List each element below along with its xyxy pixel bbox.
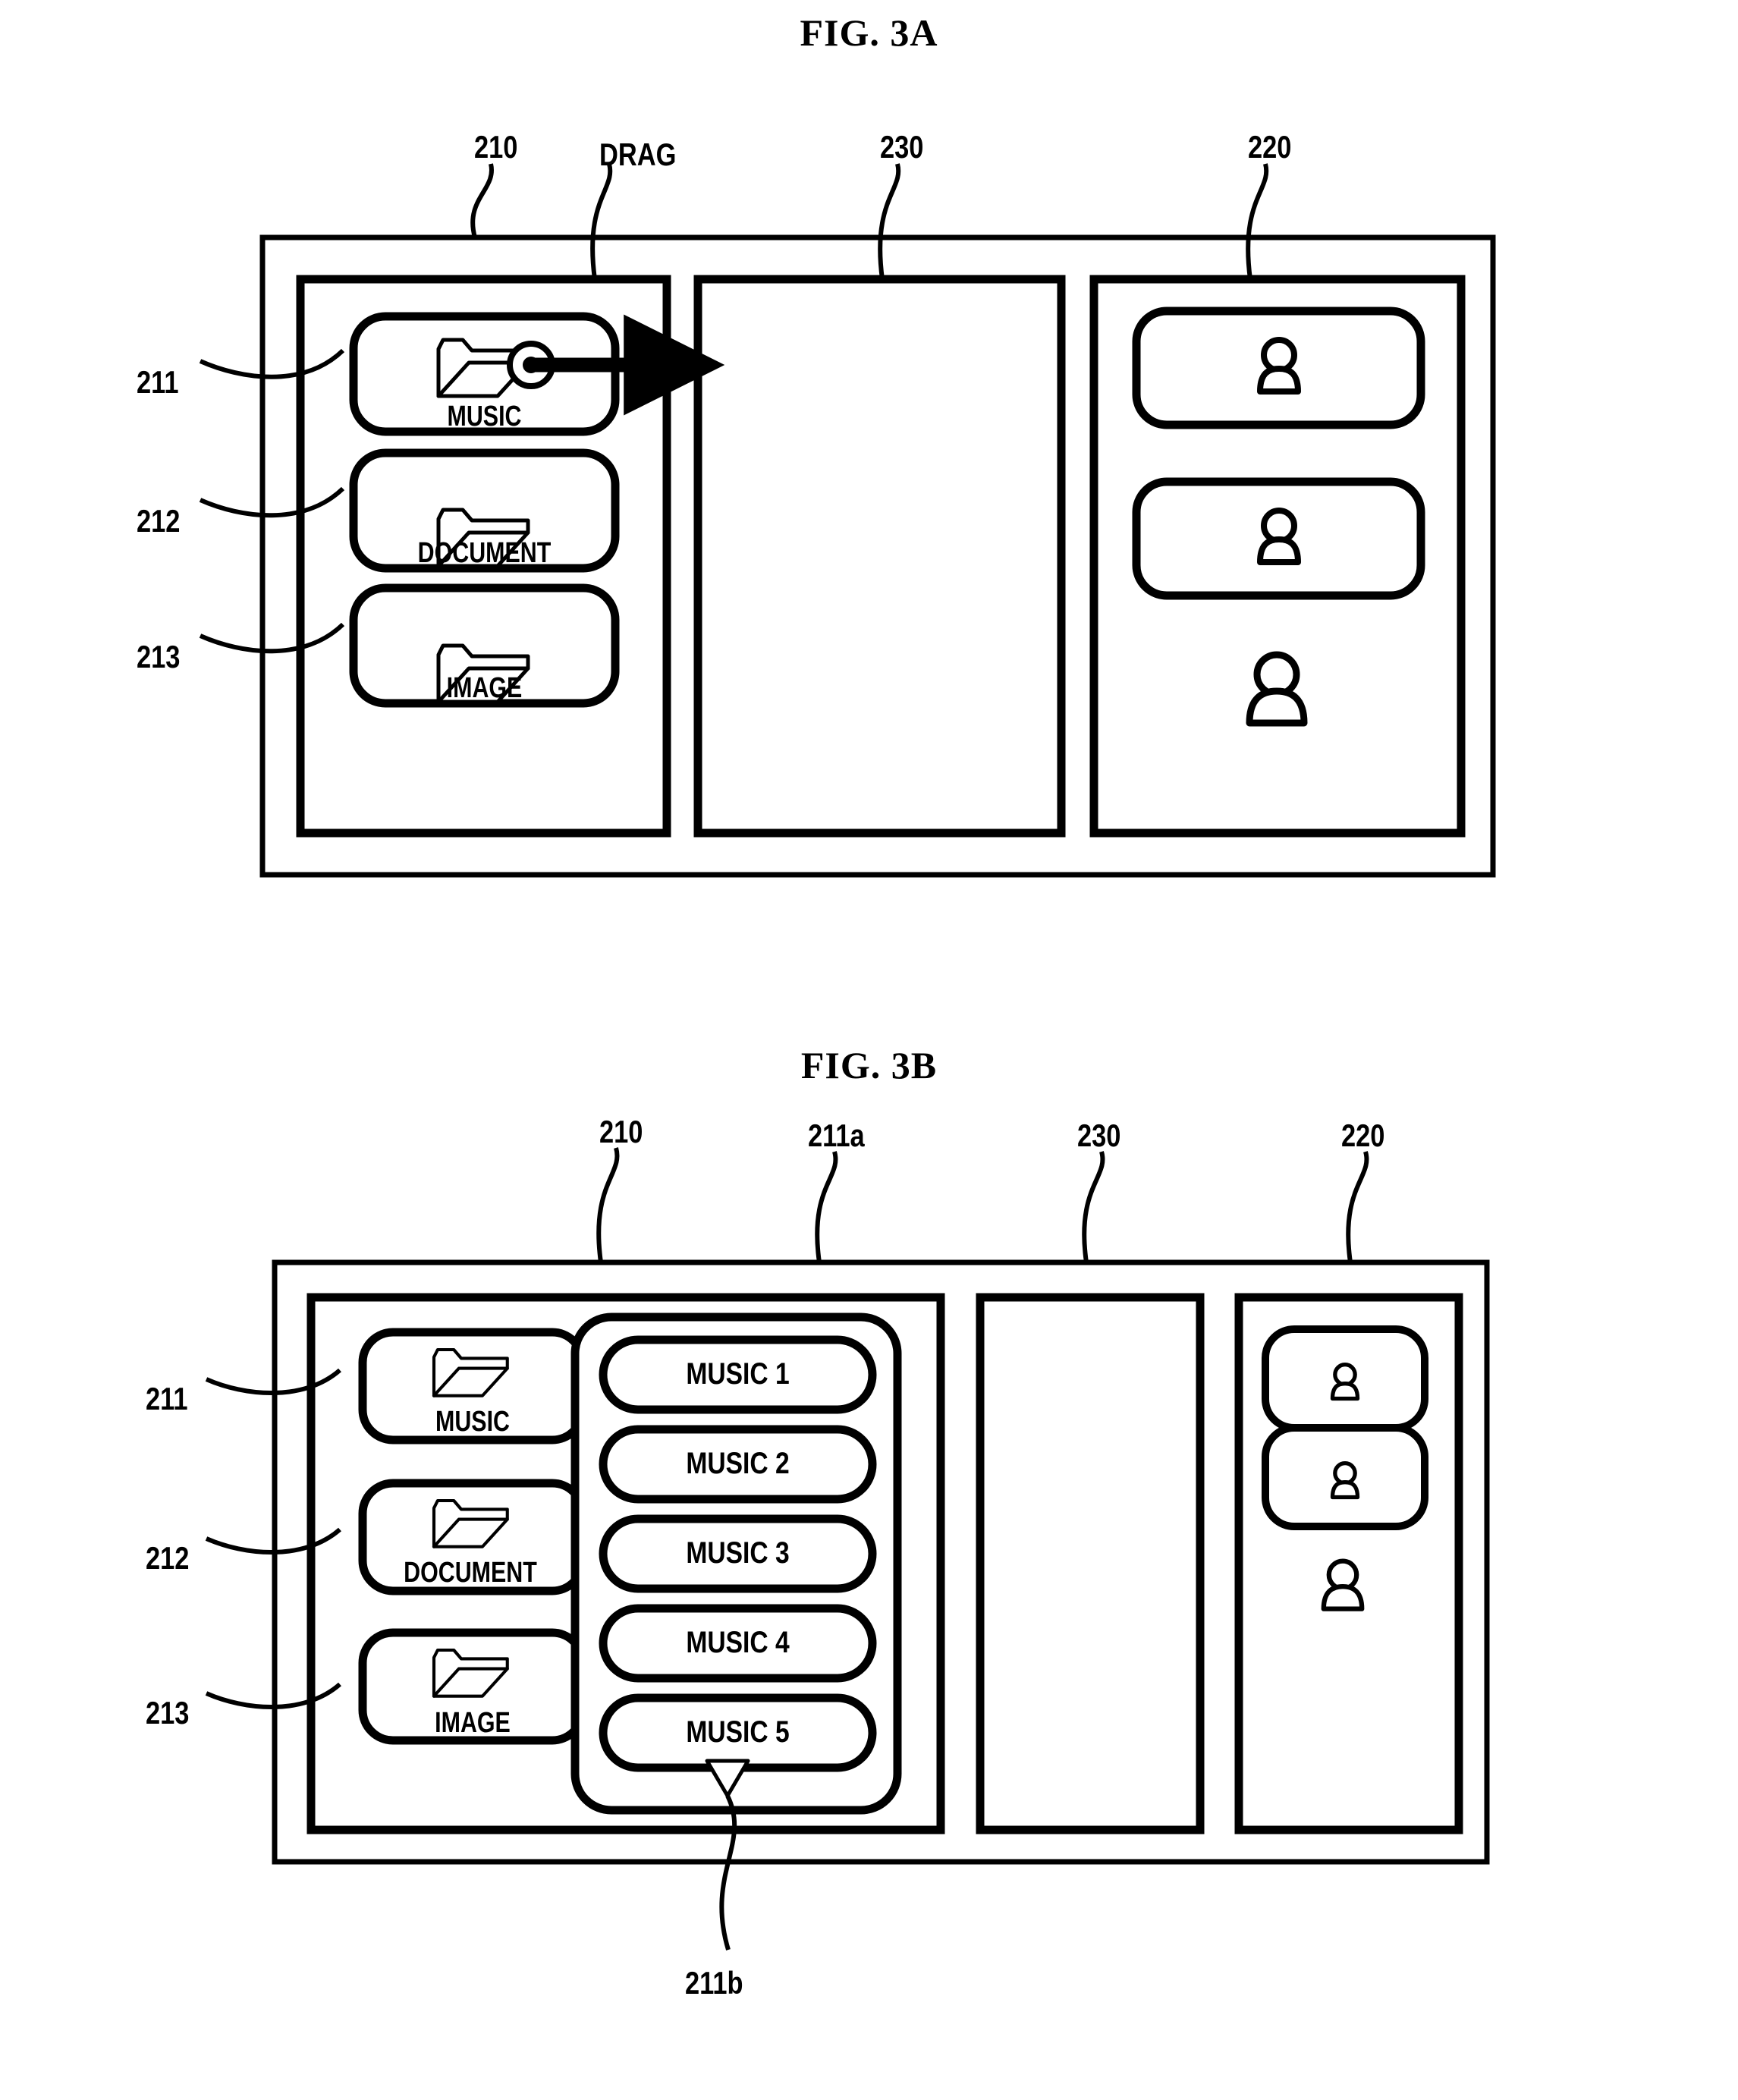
leader-212: [199, 486, 345, 518]
music-folder-label-fig3a: MUSIC: [447, 401, 522, 432]
document-folder-label-fig3a: DOCUMENT: [417, 537, 552, 569]
callout-230-fig3b: 230: [1077, 1118, 1121, 1153]
leader-211a: [815, 1151, 838, 1263]
callout-212-fig3b: 212: [146, 1540, 190, 1576]
folder-icon: [434, 1501, 508, 1547]
person-icon: [1260, 511, 1298, 562]
leader-220: [1246, 163, 1269, 280]
leader-213b: [205, 1682, 341, 1709]
leader-220b: [1346, 1151, 1369, 1263]
image-folder-label-fig3a: IMAGE: [446, 672, 523, 704]
triangle-down-icon[interactable]: [705, 1759, 750, 1798]
callout-220-fig3a: 220: [1248, 129, 1292, 165]
leader-212b: [205, 1527, 341, 1555]
callout-213-fig3a: 213: [137, 639, 181, 674]
callout-211b-fig3b: 211b: [685, 1965, 743, 2001]
folder-icon: [434, 1650, 508, 1696]
fig3b-center-panel[interactable]: [976, 1293, 1205, 1834]
leader-211: [199, 348, 345, 379]
callout-drag-fig3a: DRAG: [599, 137, 677, 172]
figure-3b-title: FIG. 3B: [800, 1044, 938, 1086]
person-icon: [1333, 1365, 1358, 1399]
leader-230: [878, 163, 901, 280]
callout-213-fig3b: 213: [146, 1695, 190, 1731]
drag-gesture-indicator: [507, 314, 725, 416]
folder-icon: [434, 1350, 508, 1396]
music-folder-label-fig3b: MUSIC: [435, 1406, 510, 1438]
document-folder-label-fig3b: DOCUMENT: [404, 1557, 537, 1589]
callout-230-fig3a: 230: [880, 129, 924, 165]
leader-210: [470, 163, 494, 238]
leader-211b2: [205, 1368, 341, 1395]
leader-211b-scroll: [719, 1794, 737, 1951]
person-icon: [1260, 340, 1298, 391]
folder-icon: [438, 340, 528, 396]
callout-210-fig3b: 210: [599, 1114, 643, 1149]
fig3a-center-panel[interactable]: [693, 275, 1066, 838]
music-item-5-label: MUSIC 5: [686, 1715, 790, 1749]
image-folder-label-fig3b: IMAGE: [435, 1707, 511, 1739]
fig3a-user-slot-2[interactable]: [1132, 477, 1425, 600]
music-item-3-label: MUSIC 3: [686, 1536, 790, 1570]
callout-211a-fig3b: 211a: [808, 1118, 865, 1153]
music-item-1-label: MUSIC 1: [686, 1357, 790, 1391]
callout-211-fig3a: 211: [137, 364, 179, 400]
fig3b-user-slot-2[interactable]: [1262, 1424, 1428, 1530]
fig3b-user-slot-1[interactable]: [1262, 1325, 1428, 1432]
music-item-2-label: MUSIC 2: [686, 1447, 790, 1480]
figure-3a-title: FIG. 3A: [800, 11, 938, 54]
person-icon: [1333, 1463, 1358, 1498]
callout-212-fig3a: 212: [137, 503, 181, 539]
leader-210b: [596, 1147, 620, 1263]
callout-211-fig3b: 211: [146, 1381, 188, 1416]
fig3a-user-avatar-3[interactable]: [1249, 655, 1304, 723]
leader-230b: [1082, 1151, 1105, 1263]
fig-3a-drawing: [199, 163, 1496, 878]
leader-drag: [590, 163, 613, 280]
fig3b-right-panel: [1234, 1293, 1463, 1834]
fig3a-user-slot-1[interactable]: [1132, 307, 1425, 429]
leader-213: [199, 622, 345, 654]
callout-210-fig3a: 210: [474, 129, 518, 165]
fig3b-user-avatar-3[interactable]: [1324, 1561, 1362, 1609]
music-item-4-label: MUSIC 4: [686, 1626, 790, 1659]
fig3a-right-panel: [1089, 275, 1466, 838]
callout-220-fig3b: 220: [1341, 1118, 1385, 1153]
